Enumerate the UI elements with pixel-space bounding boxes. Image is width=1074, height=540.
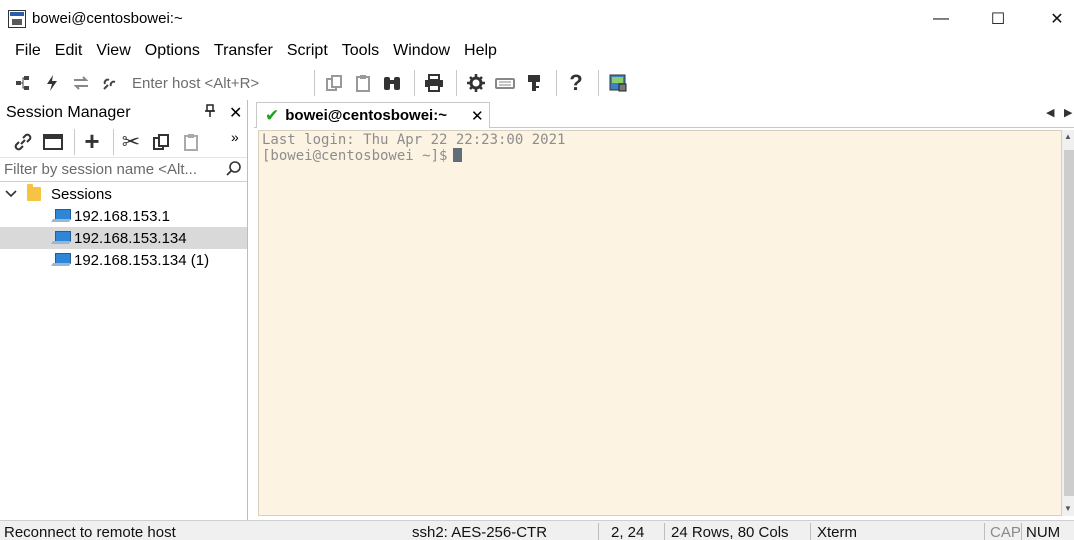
status-divider	[984, 523, 985, 540]
terminal-area[interactable]: Last login: Thu Apr 22 22:23:00 2021 [bo…	[258, 130, 1062, 516]
terminal-prompt-line: [bowei@centosbowei ~]$	[262, 148, 1058, 164]
tree-session-label: 192.168.153.134 (1)	[74, 251, 210, 269]
menu-edit[interactable]: Edit	[48, 38, 90, 64]
close-tab-icon[interactable]: ✕	[471, 107, 484, 125]
session-filter-input[interactable]	[0, 158, 222, 180]
tree-session-label: 192.168.153.134	[74, 229, 187, 247]
host-computer-icon	[52, 253, 71, 267]
status-divider	[664, 523, 665, 540]
status-protocol: ssh2: AES-256-CTR	[412, 524, 548, 540]
tree-session-item[interactable]: 192.168.153.134 (1)	[0, 249, 247, 271]
tree-folder-sessions[interactable]: Sessions	[0, 183, 247, 205]
host-computer-icon	[52, 231, 71, 245]
host-input[interactable]	[126, 71, 308, 95]
toolbar-divider	[556, 70, 557, 96]
tree-folder-label: Sessions	[51, 185, 112, 203]
key-icon[interactable]	[521, 70, 547, 96]
main-toolbar: ?	[0, 66, 1074, 100]
toolbar-divider	[414, 70, 415, 96]
tab-scroll-left-icon[interactable]: ◀	[1046, 106, 1054, 119]
close-panel-icon[interactable]: ✕	[229, 103, 242, 123]
session-manager-title: Session Manager	[6, 104, 131, 121]
status-num-lock: NUM	[1026, 524, 1061, 540]
menu-bar: File Edit View Options Transfer Script T…	[0, 38, 1074, 64]
terminal-prompt: [bowei@centosbowei ~]$	[262, 148, 448, 164]
quick-connect-icon[interactable]	[39, 70, 65, 96]
tree-session-label: 192.168.153.1	[74, 207, 170, 225]
print-icon[interactable]	[421, 70, 447, 96]
more-chevron-icon[interactable]: »	[231, 129, 239, 145]
link-icon[interactable]	[10, 129, 36, 155]
paste-icon[interactable]	[350, 70, 376, 96]
minimize-button[interactable]: —	[918, 0, 964, 38]
cut-icon[interactable]: ✂	[118, 129, 144, 155]
status-terminal-type: Xterm	[817, 524, 858, 540]
status-cursor-position: 2, 24	[611, 524, 645, 540]
copy-icon[interactable]	[321, 70, 347, 96]
tree-session-item[interactable]: 192.168.153.1	[0, 205, 247, 227]
toolbar-divider	[598, 70, 599, 96]
toolbar-divider	[74, 128, 75, 155]
session-filter	[0, 158, 247, 182]
find-icon[interactable]	[379, 70, 405, 96]
tab-session[interactable]: ✔ bowei@centosbowei:~ ✕	[256, 102, 490, 128]
status-bar: Reconnect to remote host ssh2: AES-256-C…	[0, 520, 1074, 540]
scrollbar-thumb[interactable]	[1064, 150, 1074, 496]
terminal-line: Last login: Thu Apr 22 22:23:00 2021	[262, 132, 566, 148]
help-icon[interactable]: ?	[563, 70, 589, 96]
folder-icon	[27, 184, 41, 201]
session-manager-panel: Session Manager ✕ + ✂ » Filter by sessio…	[0, 100, 248, 520]
disconnect-icon[interactable]	[97, 70, 123, 96]
securecrt-app-icon	[8, 10, 26, 28]
session-manager-toolbar: + ✂	[0, 126, 247, 158]
new-tab-icon[interactable]	[40, 129, 66, 155]
menu-help[interactable]: Help	[457, 38, 504, 64]
status-terminal-size: 24 Rows, 80 Cols	[671, 524, 789, 540]
session-tree: Sessions 192.168.153.1 192.168.153.134 1…	[0, 183, 247, 271]
status-divider	[1021, 523, 1022, 540]
sftp-icon[interactable]	[605, 70, 631, 96]
menu-window[interactable]: Window	[386, 38, 457, 64]
toolbar-divider	[113, 128, 114, 155]
paste-icon[interactable]	[178, 129, 204, 155]
terminal-cursor	[453, 148, 463, 162]
tab-scroll-right-icon[interactable]: ▶	[1064, 106, 1072, 119]
menu-tools[interactable]: Tools	[335, 38, 386, 64]
status-message: Reconnect to remote host	[4, 524, 176, 540]
menu-view[interactable]: View	[89, 38, 137, 64]
reconnect-icon[interactable]	[68, 70, 94, 96]
connect-icon[interactable]	[10, 70, 36, 96]
menu-transfer[interactable]: Transfer	[207, 38, 280, 64]
chevron-down-icon[interactable]	[5, 187, 17, 201]
copy-icon[interactable]	[148, 129, 174, 155]
tab-label: bowei@centosbowei:~	[285, 107, 447, 124]
status-caps-lock: CAP	[990, 524, 1021, 540]
window-title: bowei@centosbowei:~	[32, 10, 183, 27]
connected-check-icon: ✔	[265, 105, 280, 125]
host-computer-icon	[52, 209, 71, 223]
scroll-down-icon[interactable]: ▼	[1064, 504, 1072, 513]
status-divider	[598, 523, 599, 540]
menu-options[interactable]: Options	[138, 38, 207, 64]
close-window-button[interactable]: ✕	[1034, 0, 1074, 38]
tree-session-item-selected[interactable]: 192.168.153.134	[0, 227, 247, 249]
scroll-up-icon[interactable]: ▲	[1064, 132, 1072, 141]
toolbar-divider	[314, 70, 315, 96]
session-tab-bar: ✔ bowei@centosbowei:~ ✕ ◀ ▶	[254, 100, 1074, 128]
status-divider	[810, 523, 811, 540]
toolbar-divider	[456, 70, 457, 96]
keymap-icon[interactable]	[492, 70, 518, 96]
search-icon[interactable]	[226, 160, 242, 180]
maximize-button[interactable]: ☐	[975, 0, 1021, 38]
menu-script[interactable]: Script	[280, 38, 335, 64]
title-bar: bowei@centosbowei:~ — ☐ ✕	[0, 0, 1074, 38]
settings-icon[interactable]	[463, 70, 489, 96]
menu-file[interactable]: File	[8, 38, 48, 64]
add-icon[interactable]: +	[79, 126, 105, 156]
pin-icon[interactable]	[205, 104, 215, 121]
